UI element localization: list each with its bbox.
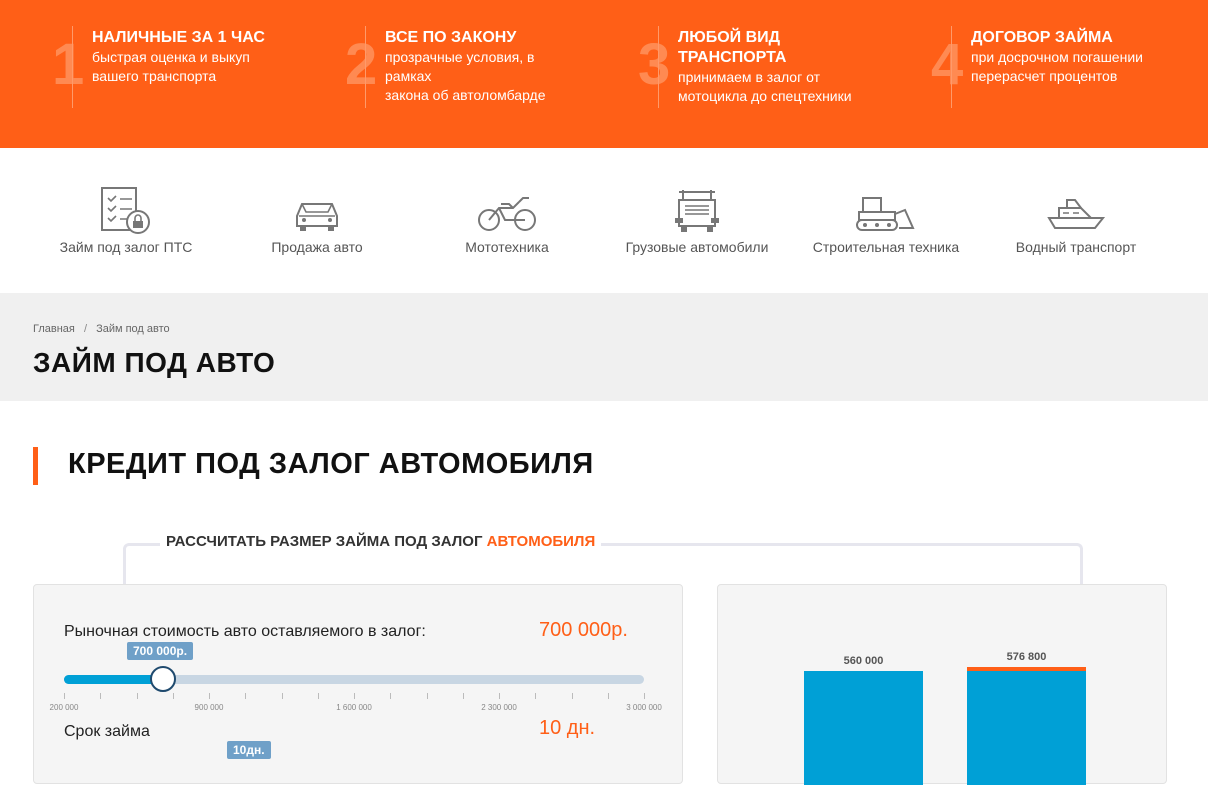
loan-chart: 560 000 576 800 bbox=[804, 651, 1086, 785]
breadcrumb-current: Займ под авто bbox=[96, 323, 170, 335]
feature-title: ДОГОВОР ЗАЙМА bbox=[971, 29, 1113, 46]
feature-number: 2 bbox=[345, 32, 378, 97]
divider bbox=[658, 26, 659, 108]
divider bbox=[365, 26, 366, 108]
chart-bar-interest bbox=[967, 667, 1086, 671]
checklist-lock-icon bbox=[101, 187, 150, 234]
market-value-display: 700 000р. bbox=[539, 619, 628, 641]
slider-tick bbox=[390, 693, 391, 699]
category-item-moto[interactable]: Мототехника bbox=[432, 186, 582, 256]
slider-tick bbox=[245, 693, 246, 699]
category-label: Грузовые автомобили bbox=[625, 239, 769, 255]
calculator-title-accent: АВТОМОБИЛЯ bbox=[486, 533, 596, 550]
divider bbox=[951, 26, 952, 108]
category-item-trucks[interactable]: Грузовые автомобили bbox=[622, 186, 772, 256]
car-icon bbox=[296, 203, 338, 231]
feature-number: 1 bbox=[52, 32, 85, 97]
term-tooltip: 10дн. bbox=[227, 741, 271, 759]
feature-desc-line: перерасчет процентов bbox=[971, 68, 1118, 84]
feature-desc-line: вашего транспорта bbox=[92, 68, 217, 84]
feature-number: 4 bbox=[931, 32, 964, 97]
calculator-title-prefix: РАССЧИТАТЬ РАЗМЕР ЗАЙМА ПОД ЗАЛОГ bbox=[166, 533, 487, 550]
slider-tick-label: 2 300 000 bbox=[481, 703, 517, 712]
calculator-title: РАССЧИТАТЬ РАЗМЕР ЗАЙМА ПОД ЗАЛОГ АВТОМО… bbox=[160, 533, 602, 550]
category-label: Строительная техника bbox=[812, 239, 960, 255]
slider-tick bbox=[608, 693, 609, 699]
breadcrumb-separator: / bbox=[83, 323, 87, 335]
slider-tick bbox=[644, 693, 645, 699]
truck-icon bbox=[675, 190, 719, 232]
slider-tick bbox=[572, 693, 573, 699]
slider-tick-label: 200 000 bbox=[49, 703, 79, 712]
slider-fill bbox=[64, 675, 163, 684]
market-value-label: Рыночная стоимость авто оставляемого в з… bbox=[64, 623, 426, 640]
slider-tick bbox=[318, 693, 319, 699]
category-item-pts-loan[interactable]: Займ под залог ПТС bbox=[51, 186, 201, 256]
calculator-inputs-panel: Рыночная стоимость авто оставляемого в з… bbox=[33, 584, 683, 784]
category-nav: Займ под залог ПТС Продажа авто Мототехн… bbox=[0, 148, 1208, 293]
breadcrumb: Главная / Займ под авто bbox=[33, 323, 170, 335]
slider-tick bbox=[499, 693, 500, 699]
page-title: ЗАЙМ ПОД АВТО bbox=[33, 347, 276, 378]
slider-tick bbox=[173, 693, 174, 699]
slider-tick bbox=[427, 693, 428, 699]
slider-tick bbox=[209, 693, 210, 699]
slider-tick-label: 1 600 000 bbox=[336, 703, 372, 712]
chart-data-label: 576 800 bbox=[1007, 651, 1047, 663]
motorcycle-icon bbox=[478, 197, 536, 231]
slider-tick bbox=[463, 693, 464, 699]
feature-desc-line: мотоцикла до спецтехники bbox=[678, 88, 852, 104]
term-display: 10 дн. bbox=[539, 717, 596, 739]
feature-title: ЛЮБОЙ ВИД ТРАНСПОРТА bbox=[678, 29, 787, 66]
feature-desc-line: при досрочном погашении bbox=[971, 49, 1143, 65]
slider-tick bbox=[282, 693, 283, 699]
category-item-construction[interactable]: Строительная техника bbox=[811, 186, 961, 256]
loan-chart-panel: 560 000 576 800 bbox=[717, 584, 1167, 785]
feature-desc-line: принимаем в залог от bbox=[678, 69, 820, 85]
category-item-car-sale[interactable]: Продажа авто bbox=[242, 186, 392, 256]
slider-tick bbox=[64, 693, 65, 699]
breadcrumb-home-link[interactable]: Главная bbox=[33, 323, 75, 335]
page-header: Главная / Займ под авто ЗАЙМ ПОД АВТО bbox=[0, 293, 1208, 401]
features-band: 1 НАЛИЧНЫЕ ЗА 1 ЧАС быстрая оценка и вык… bbox=[0, 0, 1208, 148]
category-item-water[interactable]: Водный транспорт bbox=[1001, 186, 1151, 256]
boat-icon bbox=[1047, 199, 1106, 229]
slider-tick bbox=[137, 693, 138, 699]
feature-title: НАЛИЧНЫЕ ЗА 1 ЧАС bbox=[92, 29, 265, 46]
feature-desc-line: прозрачные условия, в bbox=[385, 49, 535, 65]
section-title: КРЕДИТ ПОД ЗАЛОГ АВТОМОБИЛЯ bbox=[68, 448, 594, 480]
slider-tick bbox=[354, 693, 355, 699]
category-label: Мототехника bbox=[465, 239, 549, 255]
section-accent-bar bbox=[33, 447, 38, 485]
feature-desc-line: закона об автоломбарде bbox=[385, 87, 546, 103]
market-value-slider[interactable]: 200 000 900 000 1 600 000 2 300 000 3 000 00… bbox=[50, 666, 662, 712]
chart-bar-base bbox=[967, 671, 1086, 785]
slider-tick bbox=[100, 693, 101, 699]
feature-number: 3 bbox=[638, 32, 671, 97]
feature-title: ВСЕ ПО ЗАКОНУ bbox=[385, 29, 517, 46]
feature-desc-line: быстрая оценка и выкуп bbox=[92, 49, 250, 65]
slider-tooltip: 700 000р. bbox=[127, 642, 194, 660]
term-label: Срок займа bbox=[64, 723, 150, 740]
bulldozer-icon bbox=[856, 197, 915, 231]
category-label: Займ под залог ПТС bbox=[59, 239, 193, 255]
slider-tick bbox=[535, 693, 536, 699]
slider-handle[interactable] bbox=[150, 666, 176, 692]
slider-tick-label: 900 000 bbox=[194, 703, 224, 712]
category-label: Водный транспорт bbox=[1015, 239, 1137, 255]
category-label: Продажа авто bbox=[271, 239, 363, 255]
feature-desc-line: рамках bbox=[385, 68, 432, 84]
chart-bar-base bbox=[804, 671, 923, 785]
divider bbox=[72, 26, 73, 108]
chart-data-label: 560 000 bbox=[844, 655, 884, 667]
slider-tick-label: 3 000 000 bbox=[626, 703, 662, 712]
